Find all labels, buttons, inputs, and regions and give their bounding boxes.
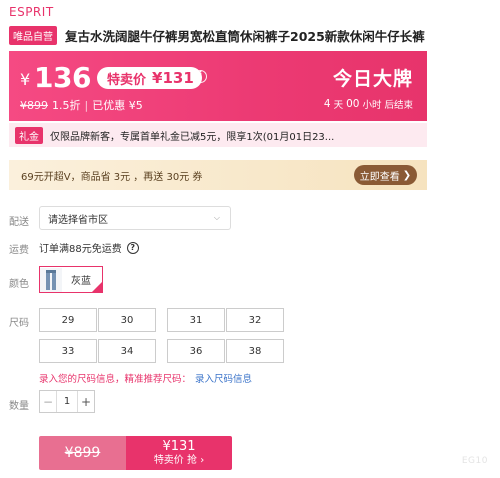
jeans-thumbnail <box>40 267 62 292</box>
selected-corner-icon <box>92 282 102 292</box>
view-now-button[interactable]: 立即查看 ❯ <box>354 165 417 185</box>
quantity-stepper: − 1 + <box>39 390 95 413</box>
price-currency: ¥ <box>20 70 31 89</box>
size-option[interactable]: 30 <box>98 308 156 332</box>
special-price-pill: 特卖价 ¥131 <box>97 67 202 89</box>
color-name: 灰蓝 <box>71 276 91 287</box>
size-option[interactable]: 29 <box>39 308 97 332</box>
gift-bar[interactable]: 礼金 仅限品牌新客，专属首单礼金已减5元，限享1次(01月01日23... <box>9 123 427 147</box>
self-operated-tag: 唯品自营 <box>9 25 57 45</box>
buy-now-button[interactable]: ¥131 特卖价 抢 › <box>126 436 232 470</box>
vip-promo-text: 69元开超V，商品省 3元 ，再送 30元 券 <box>21 171 203 183</box>
size-option[interactable]: 32 <box>226 308 284 332</box>
product-title: 复古水洗阔腿牛仔裤男宽松直筒休闲裤子2025新款休闲牛仔长裤 <box>65 28 425 44</box>
help-icon[interactable]: ? <box>126 241 139 254</box>
shipping-info: 订单满88元免运费 ? <box>39 240 139 255</box>
brand-name[interactable]: ESPRIT <box>9 5 54 19</box>
increase-button[interactable]: + <box>78 391 94 412</box>
watermark: EG10 <box>461 456 488 466</box>
product-title-row: 唯品自营 复古水洗阔腿牛仔裤男宽松直筒休闲裤子2025新款休闲牛仔长裤 <box>9 25 499 45</box>
buy-original-price: ¥899 <box>64 445 101 461</box>
size-option[interactable]: 38 <box>226 339 284 363</box>
shipping-label: 运费 <box>9 245 29 256</box>
countdown-hours-unit: 小时 <box>362 100 382 111</box>
buy-label: 特卖价 抢 <box>153 454 197 466</box>
countdown: 4 天 00 小时 后结束 <box>324 97 413 111</box>
size-tip: 录入您的尺码信息，精准推荐尺码： 录入尺码信息 <box>39 371 252 385</box>
countdown-days-unit: 天 <box>333 100 344 111</box>
delivery-label: 配送 <box>9 217 29 228</box>
gift-tag: 礼金 <box>15 126 43 144</box>
countdown-suffix: 后结束 <box>384 100 413 111</box>
original-price-button[interactable]: ¥899 <box>39 436 126 470</box>
buy-label-row: 特卖价 抢 › <box>154 454 204 467</box>
chevron-right-icon: ❯ <box>402 169 412 181</box>
size-option[interactable]: 36 <box>167 339 225 363</box>
saved-amount: 已优惠 ¥5 <box>92 99 143 112</box>
buy-special-price: ¥131 <box>162 438 196 454</box>
special-price-amount: ¥131 <box>152 69 194 87</box>
address-placeholder: 请选择省市区 <box>48 214 108 226</box>
view-now-label: 立即查看 <box>359 171 400 183</box>
size-tip-text: 录入您的尺码信息，精准推荐尺码： <box>39 374 192 385</box>
address-select[interactable]: 请选择省市区 ⌵ <box>39 206 231 230</box>
arrow-right-icon: › <box>200 454 205 466</box>
discount-rate: 1.5折 <box>52 99 81 112</box>
quantity-value[interactable]: 1 <box>56 391 78 412</box>
color-label: 颜色 <box>9 279 29 290</box>
price-banner: ¥ 136 特卖价 ¥131 i ¥899 1.5折 | 已优惠 ¥5 今日大牌… <box>9 51 427 121</box>
size-label: 尺码 <box>9 318 29 329</box>
special-price-label: 特卖价 <box>107 72 147 88</box>
size-option[interactable]: 33 <box>39 339 97 363</box>
original-price: ¥899 <box>20 98 48 112</box>
quantity-label: 数量 <box>9 401 29 412</box>
vip-promo-bar: 69元开超V，商品省 3元 ，再送 30元 券 立即查看 ❯ <box>9 160 427 190</box>
gift-text: 仅限品牌新客，专属首单礼金已减5元，限享1次(01月01日23... <box>50 131 335 143</box>
current-price: 136 <box>34 61 91 94</box>
color-option-selected[interactable]: 灰蓝 <box>39 266 103 293</box>
jeans-icon <box>46 269 56 290</box>
enter-size-link[interactable]: 录入尺码信息 <box>195 374 252 385</box>
decrease-button[interactable]: − <box>40 391 56 412</box>
countdown-hours: 00 <box>346 98 360 110</box>
price-separator: | <box>84 98 89 112</box>
price-details: ¥899 1.5折 | 已优惠 ¥5 <box>20 97 143 113</box>
size-option[interactable]: 34 <box>98 339 156 363</box>
shipping-text: 订单满88元免运费 <box>39 244 122 255</box>
promo-title: 今日大牌 <box>332 68 413 90</box>
countdown-days: 4 <box>323 98 331 110</box>
info-icon[interactable]: i <box>194 70 207 83</box>
chevron-down-icon: ⌵ <box>213 213 220 222</box>
size-option[interactable]: 31 <box>167 308 225 332</box>
